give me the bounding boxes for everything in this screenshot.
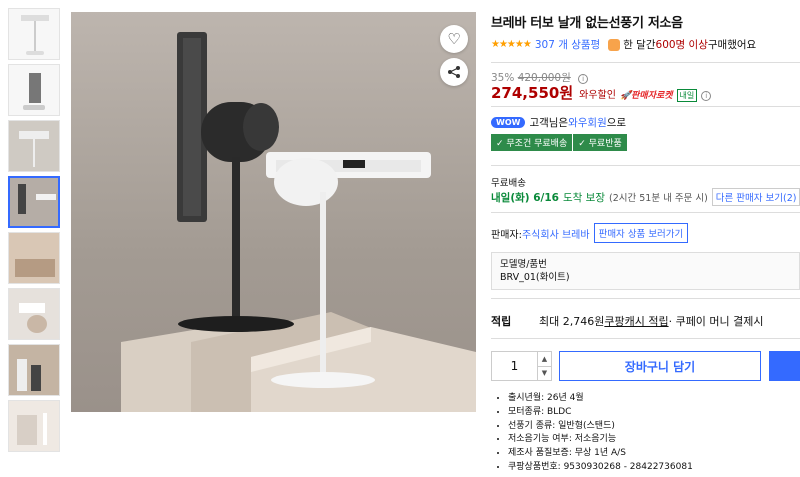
sale-price: 274,550원 [491,84,574,102]
thumbnail-list [8,8,62,456]
thumbnail-3[interactable] [8,120,60,172]
thumbnail-4-selected[interactable] [8,176,60,228]
spec-list: 출시년월: 26년 4월 모터종류: BLDC 선풍기 종류: 일반형(스탠드)… [500,392,693,475]
product-title: 브레바 터보 날개 없는선풍기 저소음 [491,16,683,31]
divider [491,106,800,107]
heart-icon[interactable]: ♡ [440,25,468,53]
thumbnail-8[interactable] [8,400,60,452]
benefit-tags: ✓ 무조건 무료배송 ✓ 무료반품 [491,134,628,151]
purchase-text-post: 구매했어요 [707,39,757,51]
spec-item: 모터종류: BLDC [508,406,693,420]
wow-discount-label: 와우할인 [579,90,616,101]
review-count-link[interactable]: 307 개 상품평 [535,37,600,52]
wow-member-link[interactable]: 와우회원 [568,115,607,130]
model-label: 모델명/품번 [500,259,547,270]
coupang-cash-link[interactable]: 쿠팡캐시 적립 [604,313,668,329]
rating-row: ★★★★★ 307 개 상품평 한 달간 600명 이상 구매했어요 [491,37,800,52]
spec-item: 쿠팡상품번호: 9530930268 - 28422736081 [508,461,693,475]
divider [491,338,800,339]
thumbnail-2[interactable] [8,64,60,116]
thumbnail-5[interactable] [8,232,60,284]
model-value: BRV_01(화이트) [500,272,570,283]
fan-illustration [121,32,476,412]
divider [491,212,800,213]
free-return-tag: ✓ 무료반품 [573,134,627,151]
points-extra: · 쿠페이 머니 결제시 [668,315,764,328]
purchase-count: 600명 이상 [655,39,708,51]
product-info-panel: 브레바 터보 날개 없는선풍기 저소음 ★★★★★ 307 개 상품평 한 달간… [491,12,800,52]
seller-rocket-badge: 🚀판매자로켓 [619,91,673,101]
seller-products-button[interactable]: 판매자 상품 보러가기 [593,223,689,243]
seller-label: 판매자: [491,229,522,241]
rating-stars: ★★★★★ [491,39,532,50]
points-label: 적립 [491,315,512,328]
info-icon[interactable]: i [701,91,712,101]
seller-name-link[interactable]: 주식회사 브레바 [522,226,590,241]
share-icon[interactable] [440,58,468,86]
points-text: 최대 2,746원 [539,315,605,328]
purchase-text-pre: 한 달간 [623,39,656,51]
spec-item: 저소음기능 여부: 저소음기능 [508,433,693,447]
thumbnail-1[interactable] [8,8,60,60]
spec-item: 출시년월: 26년 4월 [508,392,693,406]
main-product-image: ♡ [71,12,476,412]
wow-member-row: WOW 고객님은 와우회원 으로 [491,115,626,130]
delivery-guarantee: 도착 보장 [563,191,605,204]
divider [491,165,800,166]
thumbnail-6[interactable] [8,288,60,340]
order-cutoff: (2시간 51분 내 주문 시) [608,193,708,204]
increase-icon[interactable]: ▲ [538,352,551,367]
spec-item: 선풍기 종류: 일반형(스탠드) [508,420,693,434]
price-row: 274,550원 와우할인 🚀판매자로켓 내일 i [491,82,712,103]
shopping-bag-icon [608,38,621,51]
add-to-cart-button[interactable]: 장바구니 담기 [559,351,761,381]
tomorrow-badge: 내일 [676,89,698,102]
quantity-value[interactable]: 1 [492,352,537,380]
points-row: 적립 최대 2,746원 쿠팡캐시 적립 · 쿠페이 머니 결제시 [491,313,764,329]
stepper-arrows: ▲ ▼ [537,352,551,380]
shipping-label: 무료배송 [491,178,526,189]
free-shipping-tag: ✓ 무조건 무료배송 [491,134,573,151]
quantity-stepper[interactable]: 1 ▲ ▼ [491,351,552,381]
wow-text: 고객님은 [529,117,569,129]
delivery-date: 내일(화) 6/16 [491,191,559,204]
seller-row: 판매자: 주식회사 브레바 판매자 상품 보러가기 [491,223,689,243]
divider [491,62,800,63]
divider [491,298,800,299]
decrease-icon[interactable]: ▼ [538,367,551,381]
thumbnail-7[interactable] [8,344,60,396]
other-seller-button[interactable]: 다른 판매자 보기(2) [711,188,800,206]
shipping-row: 내일(화) 6/16 도착 보장 (2시간 51분 내 주문 시) 다른 판매자… [491,188,800,206]
wow-text-post: 으로 [606,117,627,129]
spec-item: 제조사 품질보증: 무상 1년 A/S [508,447,693,461]
buy-now-button[interactable] [769,351,800,381]
wow-badge: WOW [491,117,526,128]
option-model-box[interactable]: 모델명/품번 BRV_01(화이트) [491,252,800,290]
